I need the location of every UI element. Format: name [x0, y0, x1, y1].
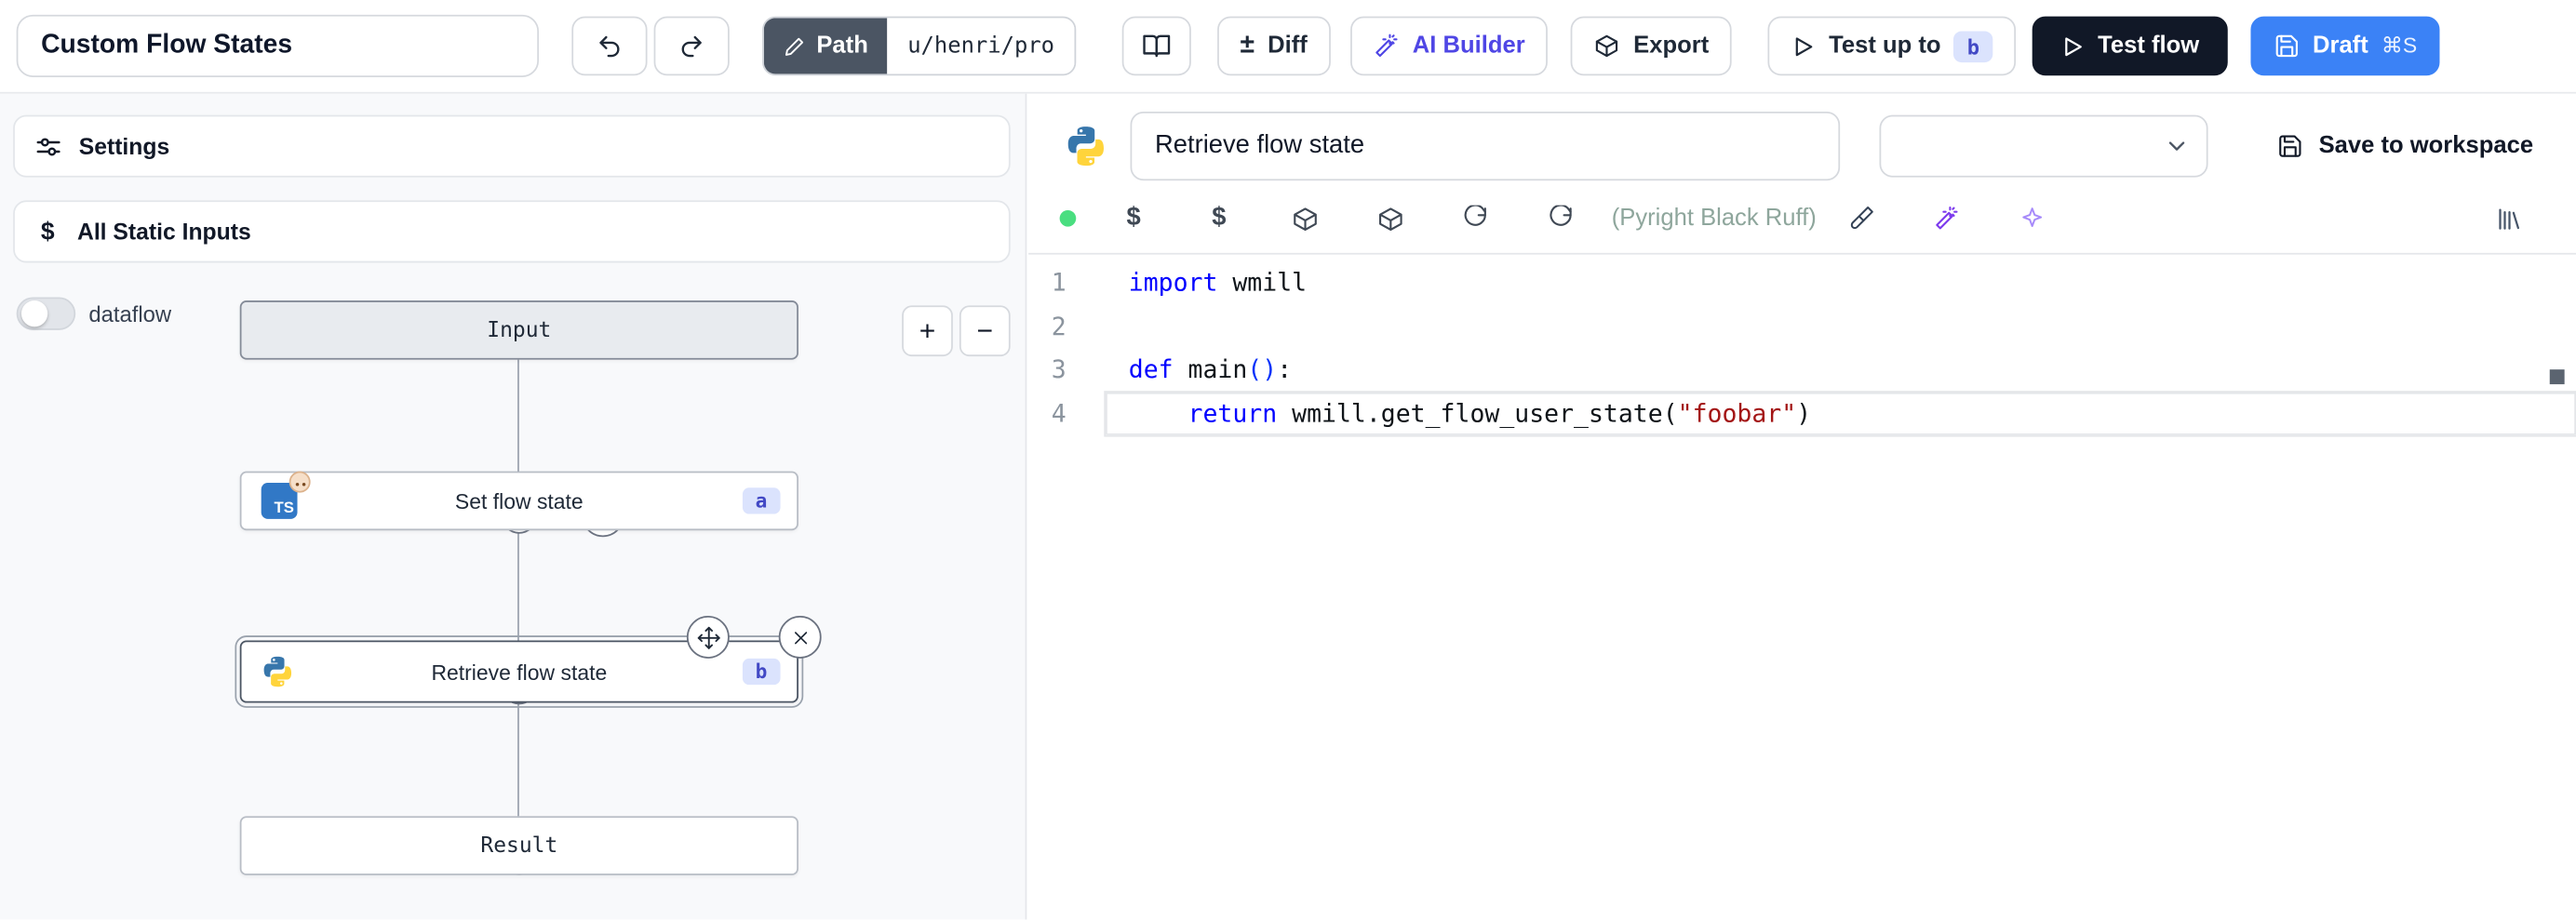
typescript-icon: TS: [262, 483, 298, 519]
top-toolbar: Path u/henri/pro ± Diff AI Builder Expor…: [0, 0, 2576, 94]
static-inputs-button[interactable]: $ All Static Inputs: [13, 200, 1011, 262]
editor-toolbar: $ $ (Pyright Black Ruff): [1028, 191, 2576, 253]
zoom-in-button[interactable]: +: [902, 305, 953, 356]
settings-button[interactable]: Settings: [13, 115, 1011, 178]
editor-gutter: 1234: [1028, 261, 1106, 920]
code-editor[interactable]: 1234 import wmill def main(): return wmi…: [1028, 253, 2576, 920]
static-inputs-label: All Static Inputs: [77, 219, 251, 245]
flow-connector-line: [517, 360, 519, 817]
input-node[interactable]: Input: [240, 300, 798, 360]
step-badge: b: [1954, 31, 1993, 62]
package-icon: [1594, 33, 1620, 59]
code-assistants-label: (Pyright Black Ruff): [1612, 206, 1817, 232]
overview-ruler-mark: [2550, 369, 2565, 384]
move-node-button[interactable]: [687, 616, 730, 659]
dataflow-toggle-row: dataflow: [17, 298, 171, 330]
step-name-input[interactable]: [1131, 112, 1841, 180]
draft-label: Draft: [2313, 33, 2368, 59]
ai-sparkle-button[interactable]: [2014, 200, 2050, 236]
play-icon: [2060, 33, 2085, 58]
test-up-to-button[interactable]: Test up to b: [1768, 17, 2016, 76]
set-flow-state-node[interactable]: TS Set flow state a: [240, 472, 798, 531]
undo-icon: [597, 33, 623, 59]
python-icon: [1065, 125, 1107, 167]
redo-icon: [678, 33, 704, 59]
test-flow-button[interactable]: Test flow: [2033, 17, 2228, 76]
resources-button[interactable]: $: [1201, 200, 1237, 236]
undo-button[interactable]: [571, 17, 647, 76]
ai-builder-label: AI Builder: [1413, 33, 1525, 59]
status-dot: [1060, 210, 1077, 227]
path-group[interactable]: Path u/henri/pro: [762, 17, 1076, 76]
package-lock-button[interactable]: [1372, 200, 1408, 236]
remove-node-button[interactable]: [779, 616, 822, 659]
dollar-icon: $: [34, 218, 60, 246]
python-icon: [262, 655, 294, 687]
test-up-to-label: Test up to: [1829, 33, 1940, 59]
diff-button[interactable]: ± Diff: [1217, 17, 1331, 76]
windmill-flow-editor: Path u/henri/pro ± Diff AI Builder Expor…: [0, 0, 2576, 920]
path-label: Path: [816, 33, 867, 59]
step-editor-panel: Save to workspace $ $ (Pyright Black Ruf…: [1028, 94, 2576, 920]
save-to-workspace-label: Save to workspace: [2319, 133, 2534, 159]
result-node[interactable]: Result: [240, 816, 798, 875]
play-icon: [1791, 33, 1816, 58]
dataflow-label: dataflow: [88, 301, 171, 326]
draft-shortcut: ⌘S: [2381, 33, 2417, 59]
export-button[interactable]: Export: [1571, 17, 1732, 76]
settings-label: Settings: [79, 133, 170, 159]
language-select[interactable]: [1880, 115, 2208, 178]
sparkles-icon: [1373, 33, 1399, 59]
draft-button[interactable]: Draft ⌘S: [2250, 17, 2440, 76]
package-button[interactable]: [1286, 200, 1322, 236]
book-icon: [1142, 32, 1172, 61]
step-header-row: Save to workspace: [1028, 94, 2576, 191]
node-badge: b: [743, 659, 781, 685]
reload-button[interactable]: [1457, 200, 1494, 236]
chevron-down-icon: [2165, 133, 2191, 159]
redo-button[interactable]: [654, 17, 730, 76]
export-label: Export: [1633, 33, 1709, 59]
save-icon: [2277, 133, 2303, 159]
flow-graph-panel: Settings $ All Static Inputs dataflow In…: [0, 94, 1026, 920]
node-label: Set flow state: [241, 488, 797, 513]
node-label: Retrieve flow state: [241, 660, 797, 684]
plus-minus-icon: ±: [1241, 32, 1255, 61]
ai-builder-button[interactable]: AI Builder: [1350, 17, 1549, 76]
path-edit-button[interactable]: Path: [764, 18, 888, 73]
library-button[interactable]: [2490, 200, 2527, 236]
path-value: u/henri/pro: [888, 18, 1074, 73]
ai-wand-button[interactable]: [1928, 200, 1965, 236]
sliders-icon: [34, 132, 62, 160]
variables-button[interactable]: $: [1116, 200, 1152, 236]
node-badge: a: [743, 487, 781, 513]
bun-icon: [289, 472, 311, 493]
format-brush-button[interactable]: [1843, 200, 1879, 236]
diff-label: Diff: [1268, 33, 1308, 59]
code-lines[interactable]: import wmill def main(): return wmill.ge…: [1106, 261, 2576, 920]
flow-title-input[interactable]: [17, 15, 539, 77]
save-to-workspace-button[interactable]: Save to workspace: [2277, 133, 2533, 159]
test-flow-label: Test flow: [2098, 33, 2199, 59]
pencil-icon: [784, 35, 805, 57]
zoom-out-button[interactable]: −: [959, 305, 1011, 356]
save-icon: [2274, 33, 2300, 59]
dataflow-toggle[interactable]: [17, 298, 76, 330]
reload-deps-button[interactable]: [1543, 200, 1579, 236]
docs-button[interactable]: [1121, 17, 1190, 76]
